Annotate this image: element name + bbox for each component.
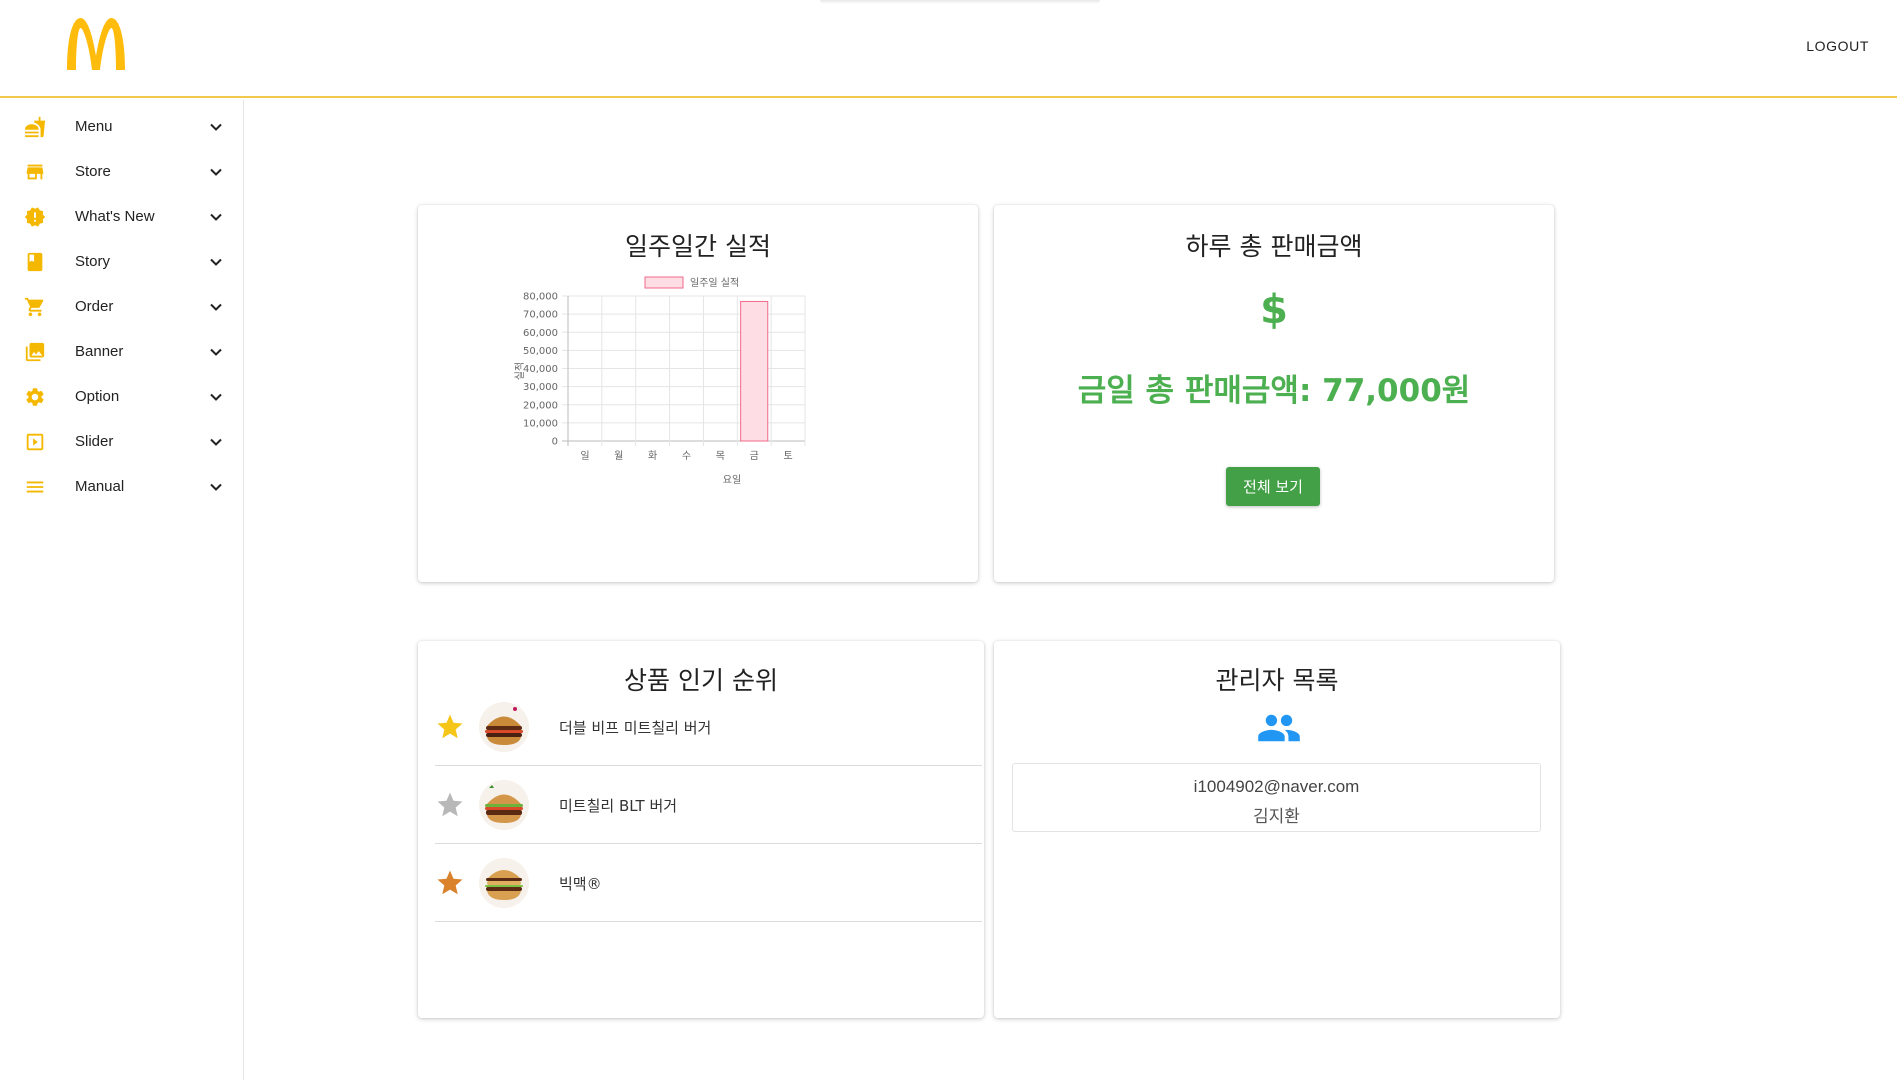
y-tick-label: 80,000 — [523, 292, 558, 303]
y-axis-title: 실적 — [514, 362, 526, 380]
x-tick-label: 일 — [580, 450, 589, 462]
sidebar-item-label: Option — [75, 388, 120, 405]
top-app-bar: LOGOUT — [0, 0, 1897, 98]
x-axis-title: 요일 — [723, 474, 741, 486]
chevron-down-icon — [206, 252, 226, 272]
chevron-down-icon — [206, 387, 226, 407]
sidebar-item-order[interactable]: Order — [0, 284, 243, 329]
store-icon — [24, 161, 46, 183]
y-tick-label: 10,000 — [523, 418, 558, 429]
slideshow-icon — [24, 431, 46, 453]
x-tick-label: 화 — [648, 450, 657, 462]
admin-list-card: 관리자 목록 i1004902@naver.com 김지환 — [994, 641, 1560, 1018]
y-tick-label: 40,000 — [523, 364, 558, 375]
chevron-down-icon — [206, 477, 226, 497]
book-icon — [24, 251, 46, 273]
sidebar-item-menu[interactable]: Menu — [0, 104, 243, 149]
x-axis-ticks: 일월화수목금토 — [580, 450, 792, 462]
y-tick-label: 20,000 — [523, 400, 558, 411]
chevron-down-icon — [206, 297, 226, 317]
ranking-list-item[interactable]: 미트칠리 BLT 버거 — [435, 766, 982, 844]
sidebar-item-label: Banner — [75, 343, 124, 360]
header-shadow-strip — [820, 0, 1100, 4]
sidebar-item-manual[interactable]: Manual — [0, 464, 243, 509]
sidebar-item-label: Menu — [75, 118, 113, 135]
chevron-down-icon — [206, 162, 226, 182]
legend-swatch[interactable] — [644, 276, 684, 289]
bronze-star-icon — [437, 870, 463, 895]
card-title: 하루 총 판매금액 — [1185, 232, 1363, 261]
admin-name: 김지환 — [1253, 807, 1300, 827]
view-all-button[interactable]: 전체 보기 — [1226, 467, 1320, 506]
x-tick-label: 금 — [750, 450, 759, 462]
sidebar-item-label: Slider — [75, 433, 114, 450]
sidebar-item-slider[interactable]: Slider — [0, 419, 243, 464]
product-name: 더블 비프 미트칠리 버거 — [559, 719, 712, 737]
daily-sales-card: 하루 총 판매금액 $ 금일 총 판매금액: 77,000원 전체 보기 — [994, 205, 1554, 582]
daily-total-text: 금일 총 판매금액: 77,000원 — [1077, 373, 1471, 409]
people-icon — [1258, 714, 1300, 742]
logout-button[interactable]: LOGOUT — [1806, 38, 1869, 54]
chevron-down-icon — [206, 117, 226, 137]
mcdonalds-logo-icon[interactable] — [65, 16, 127, 70]
chart-bar[interactable] — [740, 300, 769, 442]
ranking-list-item[interactable]: 빅맥® — [435, 844, 982, 922]
burger-image-icon — [479, 780, 529, 830]
sidebar-nav: Menu Store What's New Story Order Banner… — [0, 100, 244, 1080]
dollar-icon: $ — [1260, 287, 1288, 333]
y-tick-label: 70,000 — [523, 310, 558, 321]
sidebar-item-whats-new[interactable]: What's New — [0, 194, 243, 239]
weekly-performance-card: 일주일간 실적 0 10,000 20,000 30,000 40,000 50,000 6… — [418, 205, 978, 582]
x-tick-label: 수 — [682, 450, 691, 462]
sidebar-item-option[interactable]: Option — [0, 374, 243, 419]
sidebar-item-label: Order — [75, 298, 114, 315]
chevron-down-icon — [206, 342, 226, 362]
gear-icon — [24, 386, 46, 408]
legend-label: 일주일 실적 — [690, 277, 739, 289]
burger-image-icon — [479, 702, 529, 752]
silver-star-icon — [437, 792, 463, 817]
sidebar-item-label: Manual — [75, 478, 125, 495]
gold-star-icon — [437, 714, 463, 739]
product-name: 미트칠리 BLT 버거 — [559, 797, 678, 815]
new-releases-icon — [24, 206, 46, 228]
x-tick-label: 목 — [716, 450, 725, 462]
y-axis-ticks: 0 10,000 20,000 30,000 40,000 50,000 60,000 70,… — [523, 292, 558, 448]
cart-icon — [24, 296, 46, 318]
image-gallery-icon — [24, 341, 46, 363]
y-tick-label: 50,000 — [523, 346, 558, 357]
admin-list-item[interactable]: i1004902@naver.com 김지환 — [1012, 763, 1541, 832]
fastfood-icon — [24, 116, 46, 138]
chevron-down-icon — [206, 207, 226, 227]
weekly-bar-chart: 0 10,000 20,000 30,000 40,000 50,000 60,000 70,… — [514, 276, 806, 486]
card-title: 관리자 목록 — [1215, 666, 1339, 695]
sidebar-item-story[interactable]: Story — [0, 239, 243, 284]
chevron-down-icon — [206, 432, 226, 452]
sidebar-item-banner[interactable]: Banner — [0, 329, 243, 374]
product-ranking-card: 상품 인기 순위 더블 비프 미트칠리 버거 미트칠리 BLT 버거 빅맥® — [418, 641, 984, 1018]
x-tick-label: 토 — [783, 451, 792, 462]
burger-image-icon — [479, 858, 529, 908]
y-tick-label: 0 — [552, 437, 558, 448]
y-tick-label: 30,000 — [523, 382, 558, 393]
x-tick-label: 월 — [614, 450, 623, 462]
product-name: 빅맥® — [559, 875, 602, 893]
sidebar-item-label: Story — [75, 253, 111, 270]
admin-email: i1004902@naver.com — [1193, 777, 1360, 796]
sidebar-item-store[interactable]: Store — [0, 149, 243, 194]
ranking-list-item[interactable]: 더블 비프 미트칠리 버거 — [435, 688, 982, 766]
chart-bars — [740, 300, 769, 442]
sidebar-item-label: What's New — [75, 208, 155, 225]
y-tick-label: 60,000 — [523, 328, 558, 339]
chart-grid — [562, 295, 806, 446]
hamburger-menu-icon — [24, 476, 46, 498]
sidebar-item-label: Store — [75, 163, 111, 180]
